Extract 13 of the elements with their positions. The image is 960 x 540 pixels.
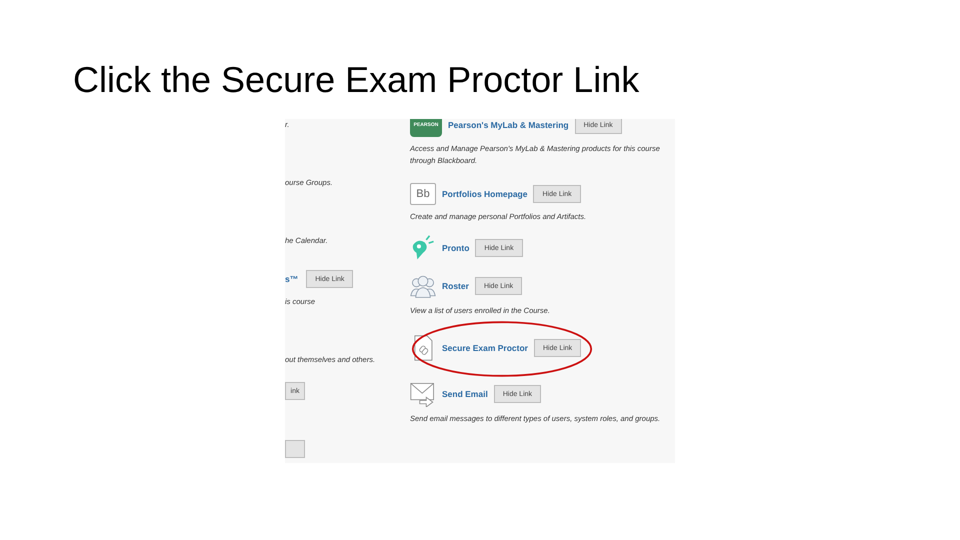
people-icon [410,273,436,299]
tool-link[interactable]: Pronto [442,243,470,253]
slide-title: Click the Secure Exam Proctor Link [72,58,640,102]
tool-link[interactable]: Pearson's MyLab & Mastering [448,120,569,130]
tool-link[interactable]: s™ [285,274,298,284]
hide-link-button[interactable] [285,440,305,458]
megaphone-icon [410,235,436,261]
tool-link[interactable]: Send Email [442,389,488,399]
envelope-icon [410,381,436,407]
tool-link[interactable]: Portfolios Homepage [442,189,528,199]
tool-link[interactable]: Secure Exam Proctor [442,343,528,353]
bb-logo-icon: Bb [410,183,436,205]
tool-link[interactable]: Roster [442,281,469,291]
